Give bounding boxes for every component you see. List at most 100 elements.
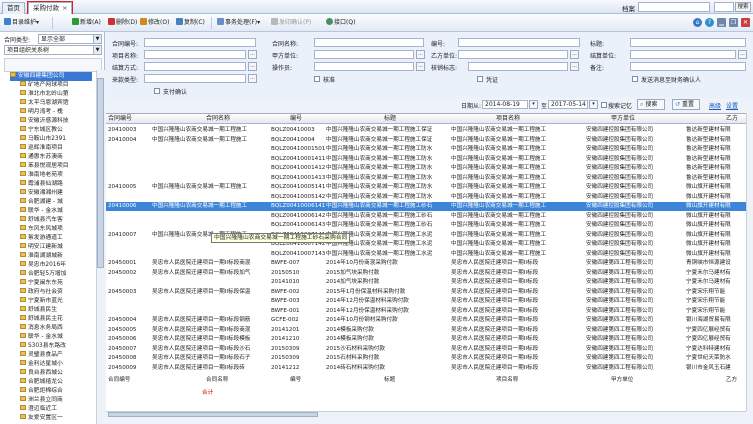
tree-node[interactable]: 东风东风城项 (20, 225, 96, 234)
tree-node[interactable]: 合肥炬棉综合 (20, 387, 96, 396)
tab-home[interactable]: 首页 (2, 2, 25, 14)
copy-button[interactable]: 复制(C) (176, 17, 205, 29)
code-input[interactable] (458, 38, 580, 47)
table-row[interactable]: BQLZ00410001411 中国兴隆隆山农商交易城一期工程施工防水 中国兴隆隆山… (106, 155, 746, 164)
table-row[interactable]: 20410006 中国兴隆隆山农商交易城一期工程施工 BQLZ00410006141… (106, 202, 746, 211)
search-button[interactable]: ⌕ 搜索 (637, 99, 665, 110)
table-row[interactable]: BQLZ00410006143 中国兴隆隆山农商交易城一期工程施工砂石 中国兴隆隆山… (106, 221, 746, 230)
tree-node[interactable]: 太平乌恩湖宾馆 (20, 99, 96, 108)
home-icon[interactable]: ⌂ (693, 18, 702, 27)
archive-select[interactable] (638, 2, 710, 12)
tree-node[interactable]: 淮南湖湖城新 (20, 252, 96, 261)
top-search-input[interactable] (714, 2, 734, 12)
tree-node[interactable]: 安徽沂感源科技 (20, 117, 96, 126)
table-row[interactable]: BWFE-003 2014年12月份保温材料采购付款 吴忠市人民医院迁建项目一期II… (106, 297, 746, 306)
table-row[interactable]: BQLZ00410007142 中国兴隆隆山农商交易城一期工程施工水泥 中国兴隆隆山… (106, 240, 746, 249)
date-from-input[interactable]: 2014-08-19 (482, 100, 528, 109)
advanced-link[interactable]: 高级 (709, 101, 721, 110)
send-finance-checkbox[interactable] (632, 76, 638, 82)
help-icon[interactable]: ? (705, 18, 714, 27)
verify-flag-input[interactable] (468, 62, 568, 71)
table-row[interactable]: 20450005 吴忠市人民医院迁建项目一期II标段商混 20141201 2014模… (106, 326, 746, 335)
top-search-button[interactable]: 搜索 (735, 2, 751, 12)
table-row[interactable]: BQLZ00410001501 中国兴隆隆山农商交易城一期工程施工防水 中国兴隆隆山… (106, 145, 746, 154)
tree-node[interactable]: 消息水务局西 (20, 324, 96, 333)
tree-node[interactable]: 安徽四建集团公司 (10, 72, 92, 81)
table-row[interactable]: 20450006 吴忠市人民医院迁建项目一期II标段模板 20141210 2014模… (106, 335, 746, 344)
tree-node[interactable]: 絮发游通道工 (20, 234, 96, 243)
contract-type-select[interactable]: 显示全部 ▼ (38, 34, 102, 44)
contract-no-input[interactable] (144, 38, 256, 47)
tree-node[interactable]: 矿地产网球项目 (20, 81, 96, 90)
tree-node[interactable]: 通惠东苏澳商 (20, 153, 96, 162)
table-row[interactable]: BQLZ00410005142 中国兴隆隆山农商交易城一期工程施工防水 中国兴隆隆山… (106, 193, 746, 202)
table-row[interactable]: 20410005 中国兴隆隆山农商交易城一期工程施工 BQLZ00410005141… (106, 183, 746, 192)
grid-horizontal-scrollbar-thumb[interactable] (108, 412, 318, 417)
tree-node[interactable]: 灵璧县食品产 (20, 351, 96, 360)
source-type-input[interactable] (144, 74, 246, 83)
operator-picker-button[interactable]: ... (416, 62, 425, 71)
close-icon[interactable]: ✕ (741, 18, 750, 27)
tree-node[interactable]: 洲兰县立同商 (20, 396, 96, 405)
tree-node[interactable]: 合肥轻5万增加 (20, 270, 96, 279)
tree-node[interactable]: 宁夏闽东东苑 (20, 279, 96, 288)
table-row[interactable]: 20410007中国兴隆隆山农商交易城一期工程施工BQLZ00410007141… (106, 231, 746, 240)
minimize-icon[interactable]: ▁ (717, 18, 726, 27)
table-row[interactable]: 20450009 吴忠市人民医院迁建项目一期II标段砖 20141212 2014砖石… (106, 364, 746, 373)
tree-node[interactable]: S303县东路改 (20, 342, 96, 351)
search-record-checkbox[interactable] (601, 102, 607, 108)
tree-node[interactable]: 澄迈临近工 (20, 405, 96, 414)
table-row[interactable]: 20450004 吴忠市人民医院迁建项目一期II标段钢筋 GCFE-002 2014年… (106, 316, 746, 325)
project-name-input[interactable] (144, 50, 246, 59)
interface-button[interactable]: 接口(Q) (326, 17, 355, 29)
settings-link[interactable]: 设置 (726, 101, 738, 110)
table-row[interactable]: 20450001 吴忠市人民医院迁建项目一期II标段商混 BWFE-007 2014年… (106, 259, 746, 268)
settle-method-input[interactable] (144, 62, 246, 71)
edit-button[interactable]: 修改(O) (140, 17, 169, 29)
table-row[interactable]: BQLZ00410001413 中国兴隆隆山农商交易城一期工程施工防水 中国兴隆隆山… (106, 174, 746, 183)
tree-node[interactable]: 淮北市北岭山第 (20, 90, 96, 99)
group-select[interactable]: 项目组织关系树 ▼ (4, 45, 102, 55)
table-row[interactable]: 20450008 吴忠市人民医院迁建项目一期II标段石子 20150309 2015石… (106, 354, 746, 363)
col-header-party-b[interactable]: 乙方 (726, 114, 738, 124)
delete-button[interactable]: 删除(D) (108, 17, 137, 29)
party-b-picker-button[interactable]: ... (570, 50, 579, 59)
tree-node[interactable]: 合肥湖建 - 城 (20, 198, 96, 207)
tree-node[interactable]: 金利达星城小 (20, 360, 96, 369)
table-row[interactable]: BQLZ00410007143 中国兴隆隆山农商交易城一期工程施工水泥 中国兴隆隆山… (106, 250, 746, 259)
col-header-contract-name[interactable]: 合同名称 (206, 114, 230, 124)
reset-button[interactable]: ↺ 重置 (672, 99, 700, 110)
add-button[interactable]: 新增(A) (72, 17, 101, 29)
party-a-picker-button[interactable]: ... (416, 50, 425, 59)
contract-name-input[interactable] (314, 38, 424, 47)
date-to-picker[interactable]: ▾ (589, 100, 598, 109)
tab-procurement-payment[interactable]: 采购付款 × (26, 1, 74, 15)
tree-node[interactable]: 联华 - 金水城 (20, 207, 96, 216)
tree-node[interactable]: 舒城县汽车客 (20, 216, 96, 225)
tree-node[interactable]: 马鞍山市2391 (20, 135, 96, 144)
date-from-picker[interactable]: ▾ (529, 100, 538, 109)
col-header-title[interactable]: 标题 (384, 114, 396, 124)
verify-flag-picker-button[interactable]: ... (570, 62, 579, 71)
tree-node[interactable]: 安徽湘湘州建 (20, 189, 96, 198)
tab-close-icon[interactable]: × (62, 4, 67, 12)
table-row[interactable]: 20410003 中国兴隆隆山农商交易城一期工程施工 BQLZ00410003 中国兴… (106, 126, 746, 135)
col-header-party-a[interactable]: 甲方单位 (611, 114, 635, 124)
tree-node[interactable]: 政府与社会资 (20, 288, 96, 297)
tree-node[interactable]: 宁东城区教公 (20, 126, 96, 135)
catalog-maintain-button[interactable]: 目录维护▾ (4, 17, 39, 29)
table-row[interactable]: BQLZ00410001412 中国兴隆隆山农商交易城一期工程施工防水 中国兴隆隆山… (106, 164, 746, 173)
tree-node[interactable]: 舒城县民生 (20, 306, 96, 315)
table-row[interactable]: BWFE-001 2014年12月份保温材料采购付款 吴忠市人民医院迁建项目一期II… (106, 307, 746, 316)
tree-node[interactable]: 淮南地老苑项 (20, 171, 96, 180)
table-row[interactable]: 20450007 吴忠市人民医院迁建项目一期II标段沙石 20150309 2015沙… (106, 345, 746, 354)
tree-node[interactable]: 霞浦县仙湖路 (20, 180, 96, 189)
restore-icon[interactable]: ❐ (729, 18, 738, 27)
settle-unit-picker-button[interactable]: ... (738, 50, 747, 59)
tree-node[interactable]: 友爱安置区一 (20, 414, 96, 423)
process-button[interactable]: 事务处理(F)▾ (217, 17, 260, 29)
party-a-input[interactable] (314, 50, 414, 59)
tree-node[interactable]: 吴忠市2016年 (20, 261, 96, 270)
tree-node[interactable]: 苯县悦观居项目 (20, 162, 96, 171)
print-confirm-button[interactable]: 发印确认(P) (271, 17, 311, 29)
